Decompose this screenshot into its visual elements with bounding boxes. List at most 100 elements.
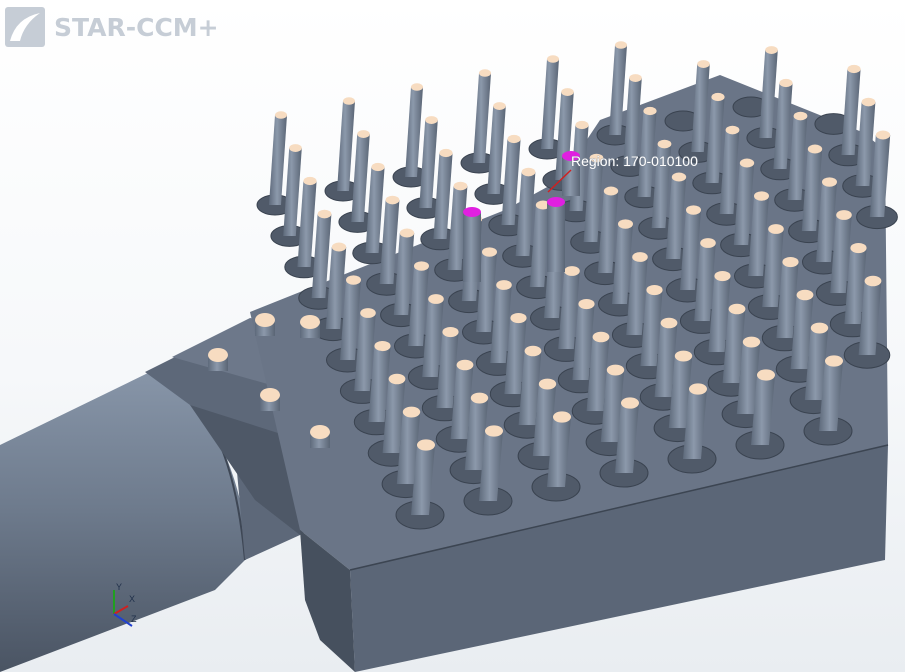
pin-tip <box>310 425 330 439</box>
pin-tip <box>646 284 663 296</box>
pin-tip <box>399 228 415 238</box>
pin <box>487 102 506 194</box>
pin-tip <box>428 294 444 304</box>
pin-body <box>365 167 385 253</box>
pin-tip <box>493 102 506 110</box>
pin-tip <box>385 195 400 205</box>
pin <box>351 130 370 222</box>
pin-tip <box>861 97 876 107</box>
pin-tip <box>807 144 823 154</box>
pin-tip <box>850 242 867 254</box>
pin-tip <box>847 64 861 74</box>
pin-tip <box>317 209 332 219</box>
pin-tip <box>388 373 406 385</box>
pin-tip <box>674 350 693 362</box>
pin-tip <box>689 383 707 395</box>
pin-tip <box>479 69 491 77</box>
pin-tip <box>779 78 793 88</box>
pin-body <box>405 87 423 177</box>
pin-tip <box>836 210 852 220</box>
pin-tip <box>507 134 521 144</box>
pin-tip <box>275 111 287 119</box>
pin-tip <box>417 439 435 451</box>
pin-tip <box>255 313 275 327</box>
pin-tip <box>371 162 385 172</box>
pin-tip <box>485 425 503 437</box>
pin-body <box>473 73 491 163</box>
pin-tip <box>742 336 761 348</box>
pin-body <box>297 181 317 267</box>
pin-tip <box>260 388 280 402</box>
pin-tip <box>331 242 347 252</box>
pin-tip <box>603 186 619 196</box>
pin-tip <box>686 205 701 215</box>
pin-body <box>337 101 355 191</box>
pin-tip <box>374 340 391 352</box>
pin-body <box>541 59 559 149</box>
pin-tip <box>524 345 542 357</box>
pin-tip <box>825 355 843 367</box>
pin-body <box>269 115 287 205</box>
pin <box>433 148 453 239</box>
viewport-3d[interactable] <box>0 0 905 672</box>
pin-tip <box>425 116 438 124</box>
pin-tip <box>739 158 755 168</box>
pin <box>283 144 302 236</box>
pin <box>541 55 559 149</box>
pin-tip <box>575 120 589 130</box>
short-pin <box>260 388 280 411</box>
pin-tip <box>547 55 559 63</box>
pin-tip <box>757 369 775 381</box>
pin-tip <box>208 348 228 362</box>
star-ccm-logo-icon <box>5 7 45 47</box>
short-pin <box>310 425 330 448</box>
pin-tip <box>346 275 361 285</box>
pin <box>337 97 355 191</box>
app-name: STAR-CCM+ <box>54 12 219 42</box>
pin-tip <box>592 331 610 343</box>
pin-tip <box>289 144 302 152</box>
pin-body <box>487 106 506 194</box>
pin-tip <box>510 312 527 324</box>
pin-tip <box>606 364 625 376</box>
pin-tip <box>711 92 725 102</box>
pin-tip <box>671 172 687 182</box>
axis-x-label: X <box>129 594 135 604</box>
pin-tip <box>553 411 571 423</box>
pin-tip <box>303 176 317 186</box>
pin-tip <box>697 60 710 68</box>
pin-tip <box>564 266 580 276</box>
pin <box>297 176 317 267</box>
pin <box>365 162 385 253</box>
pin-tip <box>360 308 376 318</box>
pin-tip <box>439 148 453 158</box>
axis-triad: Y X Z <box>113 582 137 627</box>
pin-body <box>419 120 438 208</box>
pin-tip <box>470 392 489 404</box>
selected-pin-tip <box>547 197 565 207</box>
pin-tip <box>782 256 799 268</box>
pin-tip <box>810 322 829 334</box>
pin-tip <box>538 378 557 390</box>
pin-tip <box>456 359 474 371</box>
pin-tip <box>765 46 778 54</box>
pin-tip <box>414 261 429 271</box>
pin-tip <box>442 326 459 338</box>
pin-tip <box>357 130 370 138</box>
pin-tip <box>521 167 536 177</box>
selected-pin-tip <box>463 207 481 217</box>
axis-y-label: Y <box>116 582 122 592</box>
pin-tip <box>728 303 746 315</box>
app-logo: STAR-CCM+ <box>4 6 219 48</box>
pin-tip <box>643 106 657 116</box>
short-pin <box>300 315 320 338</box>
pin-tip <box>793 111 808 121</box>
region-label[interactable]: Region: 170-010100 <box>571 153 698 169</box>
short-pin <box>255 313 275 336</box>
pin-tip <box>714 270 731 282</box>
pin-body <box>283 148 302 236</box>
pin-tip <box>482 247 497 257</box>
pin-tip <box>864 275 882 287</box>
pin-tip <box>700 238 716 248</box>
short-pin <box>208 348 228 371</box>
